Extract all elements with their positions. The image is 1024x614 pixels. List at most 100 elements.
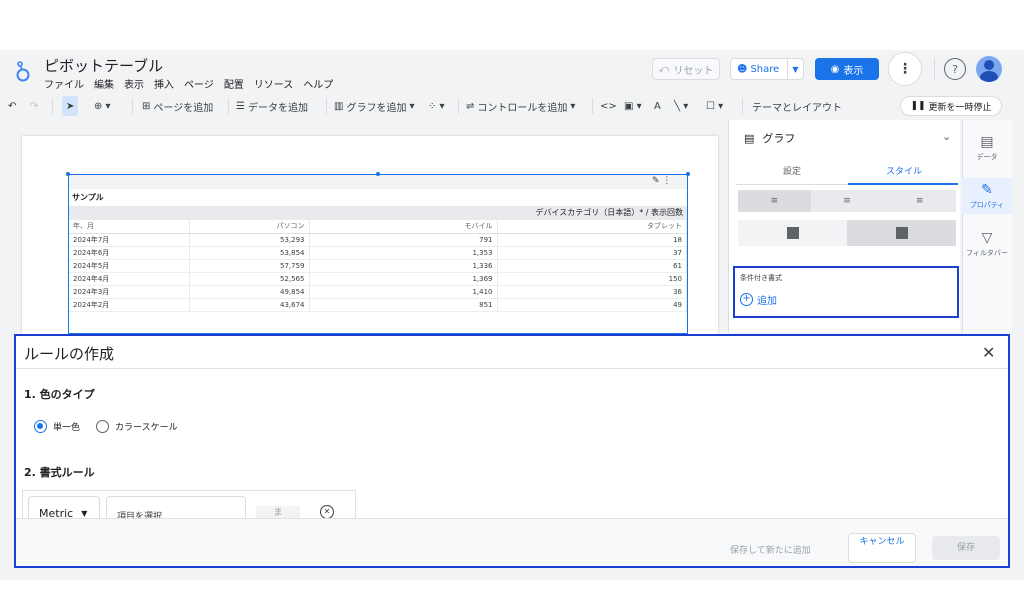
table-row: 2024年6月 53,854 1,353 37: [69, 246, 687, 260]
dropdown-caret-icon: ▾: [409, 100, 415, 112]
menu-insert[interactable]: 挿入: [154, 76, 174, 91]
fill-option-icon[interactable]: [738, 220, 847, 246]
image-icon[interactable]: ▣ ▾: [624, 96, 642, 116]
zoom-icon[interactable]: ⊕ ▾: [94, 96, 111, 116]
format-rules-heading: 2. 書式ルール: [24, 466, 95, 479]
table-header-bar: [69, 175, 687, 189]
menu-help[interactable]: ヘルプ: [303, 76, 333, 91]
redo-icon[interactable]: ↷: [30, 96, 38, 116]
view-button[interactable]: ◉ 表示: [815, 58, 879, 80]
undo-arrow-icon: ⤺: [658, 63, 670, 75]
menu-arrange[interactable]: 配置: [224, 76, 244, 91]
pencil-icon: ✎: [981, 182, 993, 198]
add-page-button[interactable]: ⊞ ページを追加: [142, 96, 213, 116]
table-row: 2024年2月 43,674 851 49: [69, 298, 687, 312]
column-header[interactable]: 年、月: [69, 220, 190, 234]
single-color-radio[interactable]: [34, 420, 47, 433]
resize-handle[interactable]: [66, 172, 70, 176]
more-vert-icon[interactable]: ⋮: [662, 176, 671, 186]
community-viz-icon[interactable]: ⁘ ▾: [428, 96, 445, 116]
tab-style[interactable]: スタイル: [886, 164, 922, 177]
add-data-button[interactable]: ☰ データを追加: [236, 96, 308, 116]
save-button[interactable]: 保存: [932, 536, 1000, 560]
embed-code-icon[interactable]: <>: [600, 96, 617, 116]
color-scale-label[interactable]: カラースケール: [115, 420, 178, 433]
menu-page[interactable]: ページ: [184, 76, 214, 91]
align-right-icon[interactable]: ≡: [883, 190, 956, 212]
help-icon[interactable]: ?: [944, 58, 966, 80]
column-group-header: デバイスカテゴリ（日本語）* / 表示回数: [69, 206, 687, 220]
rail-filter[interactable]: ▽ フィルタバー: [962, 230, 1012, 258]
align-center-icon[interactable]: ≡: [811, 190, 884, 212]
add-chart-icon: ▥: [334, 100, 344, 112]
pause-updates-button[interactable]: ❚❚ 更新を一時停止: [900, 96, 1002, 116]
select-pointer-icon[interactable]: ➤: [62, 96, 79, 116]
save-and-add-button[interactable]: 保存して新たに追加: [730, 543, 811, 556]
table-chart-icon: ▤: [744, 131, 755, 145]
add-control-button[interactable]: ⇌ コントロールを追加 ▾: [466, 96, 575, 116]
column-header[interactable]: タブレット: [497, 220, 687, 234]
avatar[interactable]: [976, 56, 1002, 82]
table-row: 2024年4月 52,565 1,369 150: [69, 272, 687, 286]
single-color-label[interactable]: 単一色: [53, 420, 80, 433]
cancel-button[interactable]: キャンセル: [848, 533, 916, 563]
tab-setup[interactable]: 設定: [783, 164, 801, 177]
menu-edit[interactable]: 編集: [94, 76, 114, 91]
menu-file[interactable]: ファイル: [44, 76, 84, 91]
rail-properties[interactable]: ✎ プロパティ: [962, 178, 1012, 214]
resize-handle[interactable]: [376, 172, 380, 176]
control-icon: ⇌: [466, 100, 475, 112]
toolbar-divider: [132, 98, 133, 114]
share-caret-icon[interactable]: ▼: [787, 59, 803, 79]
table-row: 2024年7月 53,293 791 18: [69, 233, 687, 247]
color-type-heading: 1. 色のタイプ: [24, 388, 95, 401]
fill-option-icon[interactable]: [847, 220, 956, 246]
share-button[interactable]: ☻ Share ▼: [730, 58, 804, 80]
reset-button[interactable]: ⤺ リセット: [652, 58, 720, 80]
table-row: 2024年5月 57,759 1,336 61: [69, 259, 687, 273]
add-conditional-format-button[interactable]: + 追加: [740, 292, 777, 307]
undo-icon[interactable]: ↶: [8, 96, 16, 116]
toolbar-divider: [228, 98, 229, 114]
data-panel-icon: ▤: [980, 134, 994, 150]
conditional-format-label: 条件付き書式: [740, 274, 782, 282]
resize-handle[interactable]: [686, 172, 690, 176]
add-person-icon: ☻: [737, 63, 748, 75]
chevron-down-icon[interactable]: ⌄: [942, 130, 951, 143]
active-tab-indicator: [848, 183, 958, 185]
divider: [934, 58, 935, 80]
looker-studio-logo-icon: [16, 61, 30, 82]
column-header[interactable]: パソコン: [189, 220, 310, 234]
toolbar-divider: [326, 98, 327, 114]
toolbar-divider: [458, 98, 459, 114]
menu-view[interactable]: 表示: [124, 76, 144, 91]
fill-style-group: [738, 220, 956, 246]
filter-icon: ▽: [981, 230, 993, 246]
pause-icon: ❚❚: [910, 101, 926, 111]
edit-pencil-icon[interactable]: ✎: [652, 176, 660, 186]
pivot-table: 年、月 パソコン モバイル タブレット 2024年7月 53,293 791 1…: [69, 220, 687, 312]
rail-data[interactable]: ▤ データ: [962, 134, 1012, 162]
toolbar-divider: [742, 98, 743, 114]
align-left-icon[interactable]: ≡: [738, 190, 811, 212]
divider: [16, 368, 1008, 369]
add-page-icon: ⊞: [142, 100, 151, 112]
toolbar-divider: [592, 98, 593, 114]
close-icon[interactable]: ✕: [982, 343, 995, 362]
chart-type-selector[interactable]: ▤ グラフ: [744, 130, 795, 146]
shape-icon[interactable]: ☐ ▾: [706, 96, 723, 116]
text-icon[interactable]: A: [654, 96, 661, 116]
color-scale-radio[interactable]: [96, 420, 110, 433]
report-title[interactable]: ピボットテーブル: [44, 55, 163, 76]
more-options-button[interactable]: ⋮: [888, 52, 922, 86]
line-icon[interactable]: ╲ ▾: [674, 96, 688, 116]
theme-layout-button[interactable]: テーマとレイアウト: [752, 96, 842, 116]
remove-rule-icon[interactable]: ✕: [320, 505, 334, 519]
dropdown-caret-icon: ▾: [570, 100, 576, 112]
add-chart-button[interactable]: ▥ グラフを追加 ▾: [334, 96, 414, 116]
table-title: サンプル: [72, 193, 104, 202]
column-header[interactable]: モバイル: [309, 220, 498, 234]
dialog-title: ルールの作成: [24, 345, 115, 363]
menu-resource[interactable]: リソース: [254, 76, 294, 91]
table-header-row: 年、月 パソコン モバイル タブレット: [69, 220, 687, 234]
